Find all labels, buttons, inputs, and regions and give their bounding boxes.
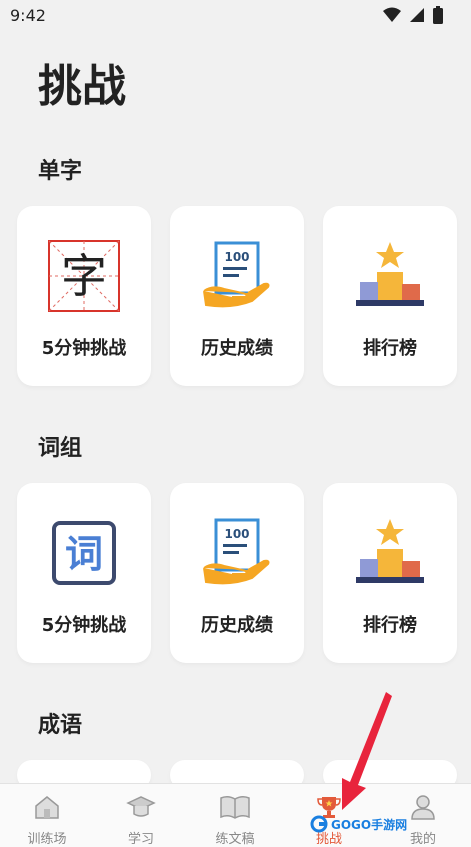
card-label: 历史成绩 [201, 338, 273, 359]
section-title-phrase: 词组 [38, 436, 83, 461]
word-glyph: 词 [65, 532, 103, 576]
podium-star-icon [323, 236, 457, 316]
character-glyph: 字 [61, 249, 107, 303]
score-sheet-hand-icon: 100 [170, 236, 304, 316]
battery-icon [433, 6, 443, 24]
card-single-5min-challenge[interactable]: 字 5分钟挑战 [17, 206, 151, 386]
open-book-icon [188, 792, 282, 822]
character-grid-icon: 字 [17, 236, 151, 316]
score-sheet-hand-icon: 100 [170, 513, 304, 593]
card-single-leaderboard[interactable]: 排行榜 [323, 206, 457, 386]
card-label: 5分钟挑战 [41, 338, 127, 359]
card-phrase-leaderboard[interactable]: 排行榜 [323, 483, 457, 663]
card-single-history-score[interactable]: 100 历史成绩 [170, 206, 304, 386]
tab-practice-draft[interactable]: 练文稿 [188, 784, 282, 847]
page-title: 挑战 [38, 61, 126, 112]
status-bar: 9:42 [0, 0, 471, 32]
score-text: 100 [224, 527, 249, 541]
card-phrase-5min-challenge[interactable]: 词 5分钟挑战 [17, 483, 151, 663]
tab-label: 训练场 [27, 832, 67, 847]
tab-label: 练文稿 [215, 832, 255, 847]
graduation-cap-icon [94, 792, 188, 822]
podium-star-icon [323, 513, 457, 593]
wifi-icon [383, 7, 401, 22]
signal-icon [410, 8, 424, 22]
card-label: 排行榜 [363, 338, 417, 359]
status-icons [383, 6, 443, 24]
section-title-single-character: 单字 [38, 159, 83, 184]
card-label: 历史成绩 [201, 615, 273, 636]
score-text: 100 [224, 250, 249, 264]
tab-study[interactable]: 学习 [94, 784, 188, 847]
house-icon [0, 792, 94, 822]
annotation-arrow-icon [342, 692, 392, 810]
status-time: 9:42 [10, 6, 46, 25]
word-box-icon: 词 [17, 513, 151, 593]
card-label: 排行榜 [363, 615, 417, 636]
card-label: 5分钟挑战 [41, 615, 127, 636]
tab-label: 学习 [127, 832, 154, 847]
tab-training-ground[interactable]: 训练场 [0, 784, 94, 847]
card-phrase-history-score[interactable]: 100 历史成绩 [170, 483, 304, 663]
section-title-idiom: 成语 [38, 713, 83, 738]
